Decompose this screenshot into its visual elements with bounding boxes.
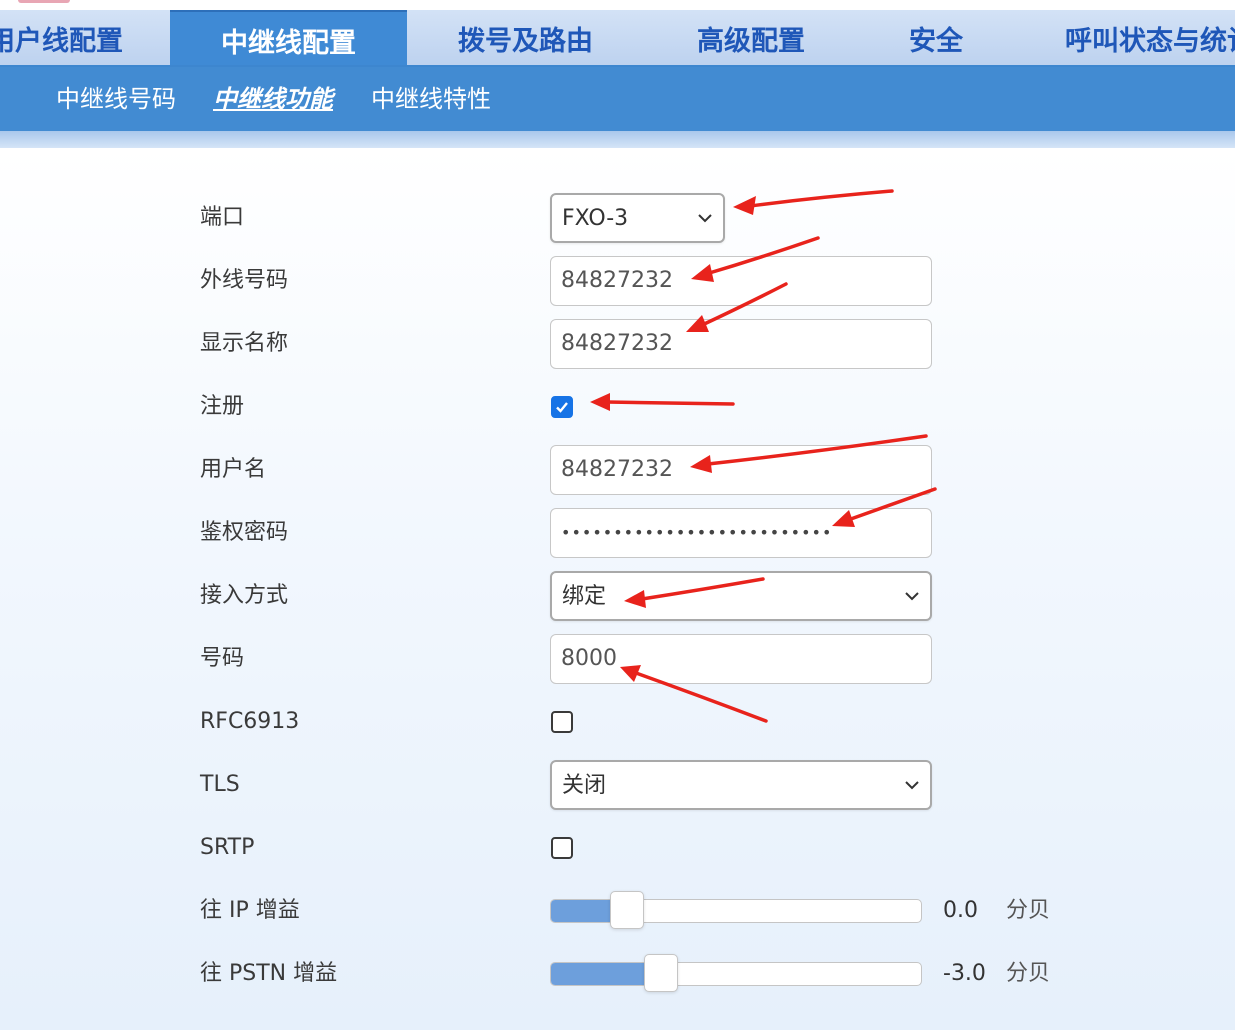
tls-select[interactable]: 关闭 [550,760,932,810]
chevron-down-icon [905,781,919,790]
access-mode-select-value: 绑定 [562,584,607,609]
tab-security[interactable]: 安全 [909,10,963,65]
gain-to-ip-slider-handle[interactable] [610,891,645,929]
gain-to-pstn-slider-handle[interactable] [643,954,678,992]
row-rfc6913: RFC6913 [0,697,1235,747]
top-strip [0,0,1235,10]
port-select-value: FXO-3 [562,206,629,231]
gain-to-ip-unit: 分贝 [1006,898,1051,923]
register-label: 注册 [200,394,245,419]
gain-to-ip-label: 往 IP 增益 [200,898,300,923]
gain-to-ip-value: 0.0 [943,898,978,923]
checkmark-icon [556,402,568,413]
row-external-number: 外线号码 84827232 [0,256,1235,306]
external-number-input[interactable]: 84827232 [550,256,932,306]
rfc6913-checkbox[interactable] [551,711,573,733]
tab-call-status-stats[interactable]: 呼叫状态与统计 [1065,10,1235,65]
rfc6913-label: RFC6913 [200,709,300,734]
chevron-down-icon [905,592,919,601]
logo-fragment [18,0,70,3]
access-mode-label: 接入方式 [200,583,289,608]
auth-password-label: 鉴权密码 [200,520,289,545]
auth-password-input[interactable]: •••••••••••••••••••••••••• [550,508,932,558]
header-band [0,131,1235,148]
port-select[interactable]: FXO-3 [550,193,725,243]
port-label: 端口 [200,205,245,230]
gain-to-pstn-slider-track[interactable] [550,962,922,986]
subtab-trunk-functions[interactable]: 中继线功能 [213,67,333,131]
srtp-label: SRTP [200,835,255,860]
subtab-trunk-numbers[interactable]: 中继线号码 [56,67,176,131]
tab-user-line-config[interactable]: 用户线配置 [0,10,123,65]
tls-select-value: 关闭 [562,773,607,798]
row-number: 号码 8000 [0,634,1235,684]
gain-to-pstn-label: 往 PSTN 增益 [200,961,338,986]
external-number-label: 外线号码 [200,268,289,293]
main-nav: 用户线配置 中继线配置 拨号及路由 高级配置 安全 呼叫状态与统计 [0,10,1235,67]
row-username: 用户名 84827232 [0,445,1235,495]
row-port: 端口 FXO-3 [0,193,1235,243]
number-label: 号码 [200,646,245,671]
row-srtp: SRTP [0,823,1235,873]
username-input[interactable]: 84827232 [550,445,932,495]
trunk-function-form: 端口 FXO-3 外线号码 84827232 显示名称 84827232 注册 … [0,148,1235,1030]
subtab-trunk-features[interactable]: 中继线特性 [371,67,491,131]
tab-advanced-config[interactable]: 高级配置 [697,10,805,65]
gain-to-ip-slider-track[interactable] [550,899,922,923]
chevron-down-icon [698,214,712,223]
tab-dial-routing[interactable]: 拨号及路由 [458,10,593,65]
access-mode-select[interactable]: 绑定 [550,571,932,621]
gain-to-pstn-slider-fill [551,963,659,985]
row-gain-to-ip: 往 IP 增益 0.0 分贝 [0,886,1235,936]
tab-trunk-config[interactable]: 中继线配置 [170,10,407,65]
row-tls: TLS 关闭 [0,760,1235,810]
username-label: 用户名 [200,457,267,482]
row-access-mode: 接入方式 绑定 [0,571,1235,621]
tls-label: TLS [200,772,240,797]
display-name-label: 显示名称 [200,331,289,356]
display-name-input[interactable]: 84827232 [550,319,932,369]
register-checkbox[interactable] [551,396,573,418]
number-input[interactable]: 8000 [550,634,932,684]
row-auth-password: 鉴权密码 •••••••••••••••••••••••••• [0,508,1235,558]
row-display-name: 显示名称 84827232 [0,319,1235,369]
sub-nav: 中继线号码 中继线功能 中继线特性 [0,67,1235,131]
row-register: 注册 [0,382,1235,432]
gain-to-pstn-unit: 分贝 [1006,961,1051,986]
row-gain-to-pstn: 往 PSTN 增益 -3.0 分贝 [0,949,1235,999]
gain-to-pstn-value: -3.0 [943,961,986,986]
srtp-checkbox[interactable] [551,837,573,859]
